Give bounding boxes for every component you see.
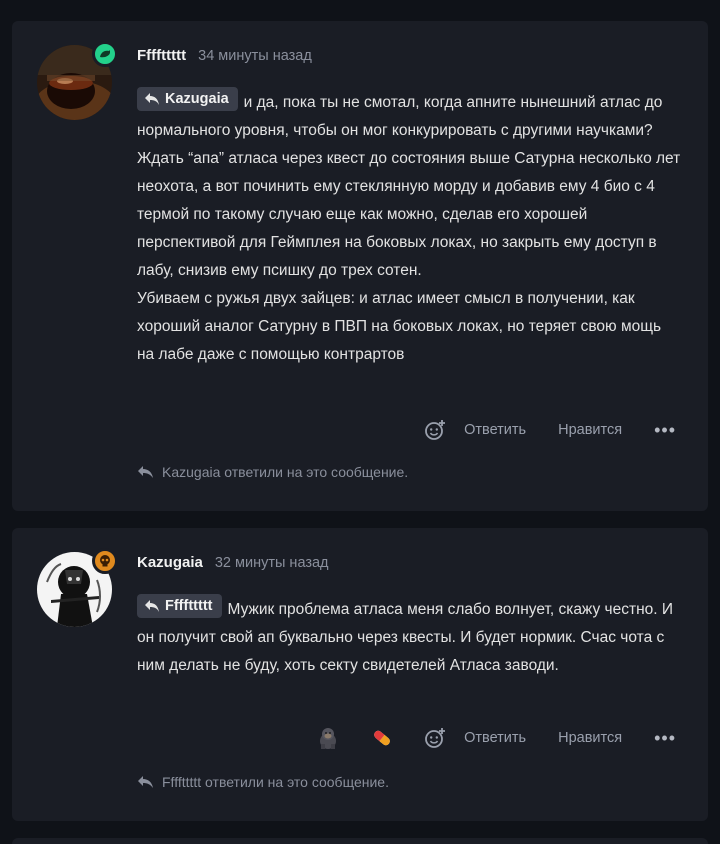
add-reaction-icon[interactable] [422,725,448,751]
comment-text: и да, пока ты не смотал, когда апните ны… [137,94,681,279]
comment-feed: Ffffttttt 34 минуты назад Kazugaia и да,… [0,0,720,844]
reply-button[interactable]: Ответить [464,422,526,438]
comment-body: Kazugaia и да, пока ты не смотал, когда … [137,87,682,369]
bird-icon [100,50,110,58]
comment-actions: Ответить Нравится ••• [314,724,676,752]
skull-icon [100,555,110,567]
comment-card [12,838,708,844]
replied-notice[interactable]: Kazugaia ответили на это сообщение. [137,464,408,480]
comment-card: Kazugaia 32 минуты назад Ffffttttt Мужик… [12,528,708,821]
reply-arrow-icon [145,600,159,612]
user-level-badge [92,41,118,67]
comment-time[interactable]: 32 минуты назад [215,555,329,571]
reply-button[interactable]: Ответить [464,730,526,746]
more-options-icon[interactable]: ••• [654,420,676,441]
more-options-icon[interactable]: ••• [654,728,676,749]
comment-text: Убиваем с ружья двух зайцев: и атлас име… [137,290,662,363]
comment-meta: Kazugaia 32 минуты назад [137,554,329,571]
reply-arrow-icon [145,93,159,105]
author-name[interactable]: Ffffttttt [137,47,186,64]
user-level-badge [92,548,118,574]
reply-to-chip[interactable]: Ffffttttt [137,594,222,618]
reply-to-name: Kazugaia [165,91,229,107]
comment-meta: Ffffttttt 34 минуты назад [137,47,312,64]
like-button[interactable]: Нравится [558,730,622,746]
comment-time[interactable]: 34 минуты назад [198,48,312,64]
reply-to-name: Ffffttttt [165,598,213,614]
replied-notice-text: Kazugaia ответили на это сообщение. [162,464,409,480]
comment-body: Ffffttttt Мужик проблема атласа меня сла… [137,594,682,680]
replied-notice[interactable]: Ffffttttt ответили на это сообщение. [137,774,389,790]
reply-to-chip[interactable]: Kazugaia [137,87,238,111]
replied-notice-text: Ffffttttt ответили на это сообщение. [162,774,389,790]
gorilla-emoji[interactable] [314,724,342,752]
reply-arrow-icon [138,776,153,788]
pill-emoji[interactable] [368,724,396,752]
add-reaction-icon[interactable] [422,417,448,443]
comment-card: Ffffttttt 34 минуты назад Kazugaia и да,… [12,21,708,511]
author-name[interactable]: Kazugaia [137,554,203,571]
reply-arrow-icon [138,466,153,478]
comment-actions: Ответить Нравится ••• [422,417,676,443]
like-button[interactable]: Нравится [558,422,622,438]
